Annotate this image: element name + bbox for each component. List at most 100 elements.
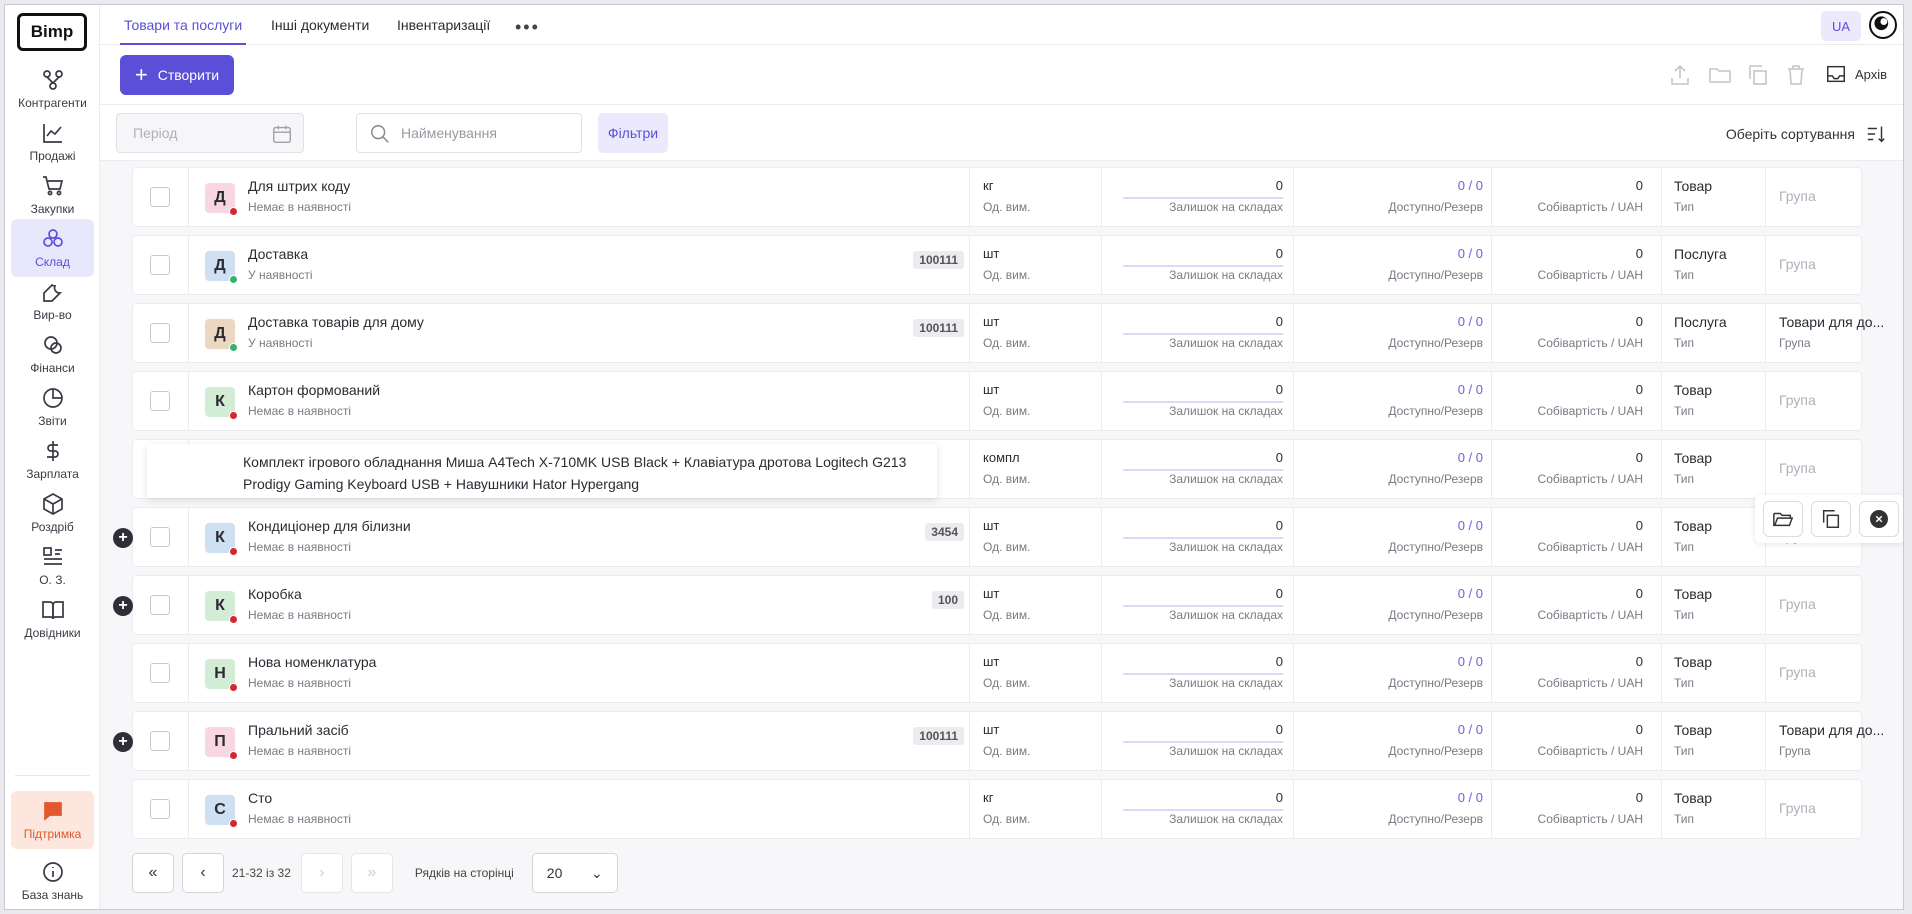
item-name[interactable]: Пральний засіб <box>248 722 349 738</box>
row-checkbox[interactable] <box>150 595 170 615</box>
column-divider <box>1101 168 1102 226</box>
item-status: Немає в наявності <box>248 404 352 418</box>
item-available-reserve[interactable]: 0 / 0 <box>1323 382 1483 397</box>
item-name[interactable]: Доставка <box>248 246 308 262</box>
table-row[interactable]: Д Доставка товарів для дому У наявності 100… <box>132 303 1884 363</box>
table-row[interactable]: + К Кондиціонер для білизни Немає в наявнос… <box>113 507 1862 567</box>
row-checkbox[interactable] <box>150 527 170 547</box>
table-row[interactable]: Н Нова номенклатура Немає в наявності шт Од.… <box>132 643 1862 703</box>
select-cell <box>133 372 189 430</box>
sidebar-item-references[interactable]: Довідники <box>11 590 94 648</box>
table-row[interactable]: К Картон формований Немає в наявності шт Од.… <box>132 371 1862 431</box>
item-name[interactable]: Доставка товарів для дому <box>248 314 424 330</box>
table-row[interactable]: + П Пральний засіб Немає в наявності 100111 ш… <box>113 711 1884 771</box>
item-available-reserve[interactable]: 0 / 0 <box>1323 790 1483 805</box>
item-name[interactable]: Сто <box>248 790 272 806</box>
export-button[interactable] <box>1668 63 1692 87</box>
create-button[interactable]: + Створити <box>120 55 234 95</box>
item-unit: шт <box>983 722 1000 737</box>
more-tabs-button[interactable]: ••• <box>515 17 540 38</box>
type-label: Тип <box>1674 472 1695 486</box>
item-name[interactable]: Коробка <box>248 586 302 602</box>
item-available-reserve[interactable]: 0 / 0 <box>1323 722 1483 737</box>
avatar-icon <box>1874 16 1889 31</box>
move-to-folder-button[interactable] <box>1708 63 1732 87</box>
item-name[interactable]: Нова номенклатура <box>248 654 376 670</box>
row-checkbox[interactable] <box>150 323 170 343</box>
sidebar-item-salary[interactable]: Зарплата <box>11 431 94 489</box>
row-checkbox[interactable] <box>150 255 170 275</box>
expand-row-button[interactable]: + <box>113 732 133 752</box>
select-cell <box>133 236 189 294</box>
app-logo[interactable]: Bimp <box>17 13 87 51</box>
expand-row-button[interactable]: + <box>113 596 133 616</box>
column-divider <box>1765 576 1766 634</box>
sidebar-item-finance[interactable]: Фінанси <box>11 325 94 383</box>
next-page-button[interactable]: › <box>300 853 343 893</box>
column-divider <box>1491 304 1492 362</box>
row-move-button[interactable] <box>1763 501 1803 537</box>
unit-label: Од. вим. <box>983 744 1031 758</box>
row-checkbox[interactable] <box>150 799 170 819</box>
item-available-reserve[interactable]: 0 / 0 <box>1323 314 1483 329</box>
group-label: Група <box>1779 336 1811 350</box>
sidebar-item-reports[interactable]: Звіти <box>11 378 94 436</box>
stock-label: Залишок на складах <box>1169 540 1283 554</box>
row-copy-button[interactable] <box>1811 501 1851 537</box>
item-name[interactable]: Картон формований <box>248 382 380 398</box>
archive-button[interactable]: Архів <box>1825 63 1887 85</box>
first-page-button[interactable]: « <box>132 853 174 893</box>
rows-per-page-select[interactable]: 20 ⌄ <box>531 853 618 893</box>
column-divider <box>1101 576 1102 634</box>
column-divider <box>1293 644 1294 702</box>
row-checkbox[interactable] <box>150 731 170 751</box>
tab-goods-services[interactable]: Товари та послуги <box>120 5 247 45</box>
period-field[interactable]: Період <box>116 113 304 153</box>
sidebar-item-label: Фінанси <box>30 361 75 375</box>
item-type: Товар <box>1674 790 1713 806</box>
avatar[interactable] <box>1869 11 1897 39</box>
tab-other-documents[interactable]: Інші документи <box>267 5 373 45</box>
sidebar-item-sales[interactable]: Продажі <box>11 113 94 171</box>
sidebar-item-fixed-assets[interactable]: О. З. <box>11 537 94 595</box>
table-row[interactable]: Д Для штрих коду Немає в наявності кг Од. ви… <box>132 167 1862 227</box>
language-switch[interactable]: UA <box>1821 11 1861 41</box>
table-row[interactable]: + К Коробка Немає в наявності 100 шт Од. вим. 0… <box>113 575 1862 635</box>
item-available-reserve[interactable]: 0 / 0 <box>1323 178 1483 193</box>
sidebar-item-warehouse[interactable]: Склад <box>11 219 94 277</box>
filters-button[interactable]: Фільтри <box>598 113 668 153</box>
row-checkbox[interactable] <box>150 391 170 411</box>
item-available-reserve[interactable]: 0 / 0 <box>1323 450 1483 465</box>
expand-row-button[interactable]: + <box>113 528 133 548</box>
item-available-reserve[interactable]: 0 / 0 <box>1323 246 1483 261</box>
available-label: Доступно/Резерв <box>1388 200 1483 214</box>
copy-button[interactable] <box>1746 63 1770 87</box>
item-available-reserve[interactable]: 0 / 0 <box>1323 586 1483 601</box>
row-checkbox[interactable] <box>150 663 170 683</box>
sidebar-item-counterparties[interactable]: Контрагенти <box>11 60 94 118</box>
sort-select[interactable]: Оберіть сортування <box>1726 123 1887 145</box>
table-row[interactable]: Д Доставка У наявності 100111 шт Од. вим. 0 Зал… <box>132 235 1862 295</box>
pagination: « ‹ 21-32 із 32 › » Рядків на сторінці 2… <box>132 853 618 893</box>
cost-label: Собівартість / UAH <box>1537 472 1643 486</box>
row-delete-button[interactable] <box>1859 501 1899 537</box>
column-divider <box>1765 780 1766 838</box>
sidebar-item-retail[interactable]: Роздріб <box>11 484 94 542</box>
item-available-reserve[interactable]: 0 / 0 <box>1323 654 1483 669</box>
prev-page-button[interactable]: ‹ <box>182 853 224 893</box>
sidebar-item-knowledge-base[interactable]: База знань <box>11 852 94 909</box>
sidebar-item-purchases[interactable]: Закупки <box>11 166 94 224</box>
delete-button[interactable] <box>1784 63 1808 87</box>
table-row[interactable]: С Сто Немає в наявності кг Од. вим. 0 Залишок … <box>132 779 1862 839</box>
item-available-reserve[interactable]: 0 / 0 <box>1323 518 1483 533</box>
item-name[interactable]: Кондиціонер для білизни <box>248 518 411 534</box>
search-input[interactable]: Найменування <box>356 113 582 153</box>
tab-inventories[interactable]: Інвентаризації <box>393 5 494 45</box>
sidebar-item-support[interactable]: Підтримка <box>11 791 94 849</box>
sidebar-item-production[interactable]: Вир-во <box>11 272 94 330</box>
item-name[interactable]: Для штрих коду <box>248 178 350 194</box>
dollar-icon <box>46 441 59 461</box>
stock-label: Залишок на складах <box>1169 472 1283 486</box>
row-checkbox[interactable] <box>150 187 170 207</box>
last-page-button[interactable]: » <box>350 853 393 893</box>
